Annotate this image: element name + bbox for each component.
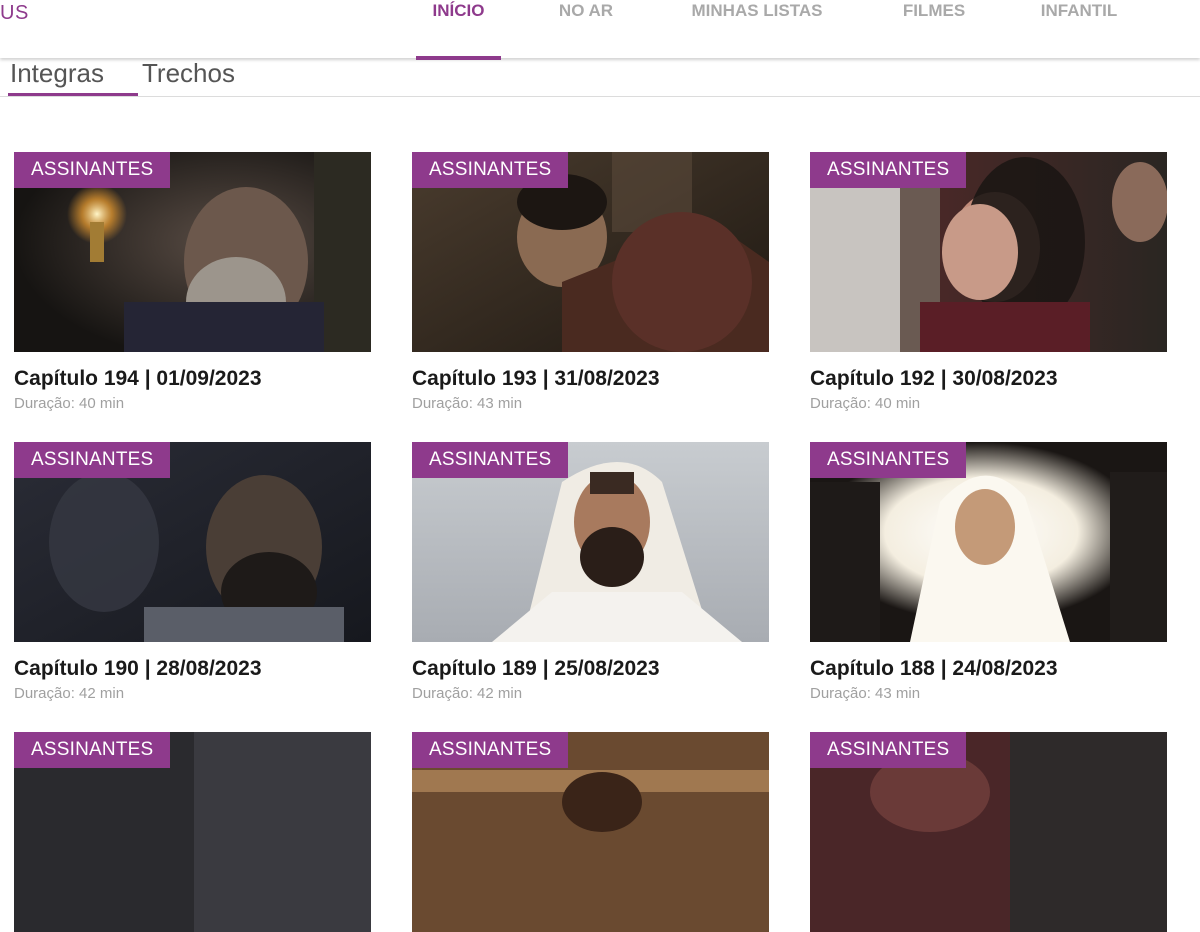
subscribers-badge: ASSINANTES xyxy=(412,732,569,768)
subscribers-badge: ASSINANTES xyxy=(810,442,967,478)
episode-card[interactable]: ASSINANTES xyxy=(14,732,371,932)
nav-item-inicio[interactable]: INÍCIO xyxy=(416,0,501,60)
subscribers-badge: ASSINANTES xyxy=(14,442,171,478)
episode-card[interactable]: ASSINANTES xyxy=(810,732,1167,932)
subscribers-badge: ASSINANTES xyxy=(810,732,967,768)
episode-duration: Duração: 43 min xyxy=(810,685,921,702)
tab-label: Trechos xyxy=(142,57,235,88)
subscribers-badge: ASSINANTES xyxy=(412,442,569,478)
subscribers-badge: ASSINANTES xyxy=(14,152,171,188)
episode-title[interactable]: Capítulo 192 | 30/08/2023 xyxy=(810,367,1167,391)
episode-thumbnail[interactable]: ASSINANTES xyxy=(412,732,769,932)
episode-card[interactable]: ASSINANTES Capítulo 188 | 24/08/2023 Dur… xyxy=(810,442,1167,702)
episode-card[interactable]: ASSINANTES Capítulo 193 | 31/08/2023 Dur… xyxy=(412,152,769,412)
episode-duration: Duração: 40 min xyxy=(810,395,921,412)
subscribers-badge: ASSINANTES xyxy=(810,152,967,188)
content-tabs: Integras Trechos xyxy=(0,58,1200,97)
episode-grid: ASSINANTES Capítulo 194 | 01/09/2023 Dur… xyxy=(0,0,1200,932)
episode-thumbnail[interactable]: ASSINANTES xyxy=(412,152,769,352)
episode-title[interactable]: Capítulo 189 | 25/08/2023 xyxy=(412,657,769,681)
episode-card[interactable]: ASSINANTES Capítulo 194 | 01/09/2023 Dur… xyxy=(14,152,371,412)
nav-item-label: INÍCIO xyxy=(432,1,485,20)
top-navigation-bar: US INÍCIO NO AR MINHAS LISTAS FILMES INF… xyxy=(0,0,1200,60)
tab-label: Integras xyxy=(10,57,104,88)
nav-item-label: MINHAS LISTAS xyxy=(691,1,823,20)
episode-duration: Duração: 42 min xyxy=(14,685,125,702)
nav-item-label: NO AR xyxy=(558,1,614,20)
nav-item-label: FILMES xyxy=(902,1,966,20)
episode-thumbnail[interactable]: ASSINANTES xyxy=(412,442,769,642)
episode-title[interactable]: Capítulo 194 | 01/09/2023 xyxy=(14,367,371,391)
episode-title[interactable]: Capítulo 190 | 28/08/2023 xyxy=(14,657,371,681)
episode-card[interactable]: ASSINANTES Capítulo 192 | 30/08/2023 Dur… xyxy=(810,152,1167,412)
subscribers-badge: ASSINANTES xyxy=(412,152,569,188)
episode-card[interactable]: ASSINANTES Capítulo 190 | 28/08/2023 Dur… xyxy=(14,442,371,702)
episode-duration: Duração: 40 min xyxy=(14,395,125,412)
brand-logo-fragment[interactable]: US xyxy=(0,2,29,25)
episode-thumbnail[interactable]: ASSINANTES xyxy=(810,732,1167,932)
episode-card[interactable]: ASSINANTES Capítulo 189 | 25/08/2023 Dur… xyxy=(412,442,769,702)
nav-item-infantil[interactable]: INFANTIL xyxy=(1029,0,1129,58)
episode-title[interactable]: Capítulo 188 | 24/08/2023 xyxy=(810,657,1167,681)
episode-thumbnail[interactable]: ASSINANTES xyxy=(810,442,1167,642)
nav-item-filmes[interactable]: FILMES xyxy=(891,0,977,58)
episode-thumbnail[interactable]: ASSINANTES xyxy=(810,152,1167,352)
episode-duration: Duração: 43 min xyxy=(412,395,523,412)
episode-thumbnail[interactable]: ASSINANTES xyxy=(14,152,371,352)
episode-title[interactable]: Capítulo 193 | 31/08/2023 xyxy=(412,367,769,391)
episode-duration: Duração: 42 min xyxy=(412,685,523,702)
episode-thumbnail[interactable]: ASSINANTES xyxy=(14,732,371,932)
subscribers-badge: ASSINANTES xyxy=(14,732,171,768)
episode-card[interactable]: ASSINANTES xyxy=(412,732,769,932)
nav-item-label: INFANTIL xyxy=(1040,1,1118,20)
nav-item-minhas-listas[interactable]: MINHAS LISTAS xyxy=(677,0,837,58)
episode-thumbnail[interactable]: ASSINANTES xyxy=(14,442,371,642)
nav-item-no-ar[interactable]: NO AR xyxy=(545,0,627,58)
